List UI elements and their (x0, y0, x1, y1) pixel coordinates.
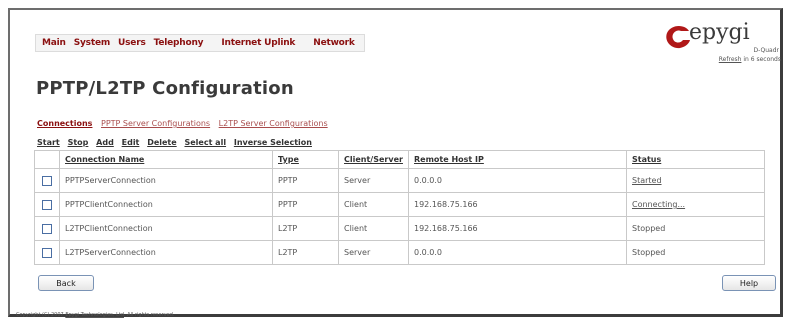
cell-client-server: Server (338, 168, 409, 193)
delete-button[interactable]: Delete (147, 138, 176, 147)
tab-pptp-server-configurations[interactable]: PPTP Server Configurations (101, 119, 210, 128)
cell-status: Started (626, 168, 765, 193)
cell-client-server: Server (338, 240, 409, 265)
header-select (34, 150, 60, 169)
footer-company-link[interactable]: Epygi Technologies, Ltd (65, 312, 124, 318)
help-button[interactable]: Help (722, 275, 776, 291)
cell-type: L2TP (272, 240, 339, 265)
header-status[interactable]: Status (626, 150, 765, 169)
refresh-suffix: in 6 seconds (741, 56, 781, 63)
cell-remote-host-ip: 0.0.0.0 (408, 240, 627, 265)
status-link[interactable]: Connecting... (632, 200, 685, 209)
menu-item-users[interactable]: Users (118, 38, 146, 48)
row-checkbox[interactable] (42, 223, 52, 234)
copyright-footer: Copyright (C) 2007 Epygi Technologies, L… (16, 312, 174, 318)
cell-status: Connecting... (626, 192, 765, 217)
logo-brand-text: epygi (689, 20, 750, 45)
epygi-logo: epygi D-Quadr (663, 20, 781, 57)
cell-type: PPTP (272, 192, 339, 217)
footer-suffix: . All rights reserved. (124, 312, 175, 318)
refresh-link[interactable]: Refresh (719, 56, 742, 63)
row-select-cell (34, 168, 60, 193)
cell-client-server: Client (338, 192, 409, 217)
cell-connection-name: L2TPServerConnection (59, 240, 273, 265)
cell-connection-name: PPTPServerConnection (59, 168, 273, 193)
logo-subtext: D-Quadr (753, 47, 779, 54)
header-client-server[interactable]: Client/Server (338, 150, 409, 169)
edit-button[interactable]: Edit (122, 138, 140, 147)
menu-item-network[interactable]: Network (313, 38, 355, 48)
connections-table: Connection Name Type Client/Server Remot… (34, 150, 765, 265)
cell-client-server: Client (338, 216, 409, 241)
cell-status: Stopped (626, 216, 765, 241)
page-title: PPTP/L2TP Configuration (36, 78, 294, 99)
table-header-row: Connection Name Type Client/Server Remot… (34, 150, 765, 169)
menu-item-internet-uplink[interactable]: Internet Uplink (221, 38, 295, 48)
start-button[interactable]: Start (37, 138, 60, 147)
header-connection-name[interactable]: Connection Name (59, 150, 273, 169)
menu-item-main[interactable]: Main (42, 38, 66, 48)
menu-item-system[interactable]: System (74, 38, 110, 48)
header-type[interactable]: Type (272, 150, 339, 169)
add-button[interactable]: Add (96, 138, 114, 147)
select-all-button[interactable]: Select all (184, 138, 226, 147)
stop-button[interactable]: Stop (68, 138, 89, 147)
tab-connections[interactable]: Connections (37, 119, 92, 128)
refresh-notice: Refresh in 6 seconds (719, 56, 781, 63)
footer-prefix: Copyright (C) 2007 (16, 312, 66, 318)
row-checkbox[interactable] (42, 175, 52, 186)
row-select-cell (34, 216, 60, 241)
back-button[interactable]: Back (38, 275, 94, 291)
tab-l2tp-server-configurations[interactable]: L2TP Server Configurations (219, 119, 328, 128)
cell-type: L2TP (272, 216, 339, 241)
row-checkbox[interactable] (42, 247, 52, 258)
cell-remote-host-ip: 0.0.0.0 (408, 168, 627, 193)
cell-remote-host-ip: 192.168.75.166 (408, 192, 627, 217)
cell-connection-name: PPTPClientConnection (59, 192, 273, 217)
table-row: PPTPServerConnection PPTP Server 0.0.0.0… (34, 168, 765, 193)
cell-remote-host-ip: 192.168.75.166 (408, 216, 627, 241)
cell-connection-name: L2TPClientConnection (59, 216, 273, 241)
table-row: PPTPClientConnection PPTP Client 192.168… (34, 192, 765, 217)
inverse-selection-button[interactable]: Inverse Selection (234, 138, 312, 147)
header-remote-host-ip[interactable]: Remote Host IP (408, 150, 627, 169)
table-row: L2TPClientConnection L2TP Client 192.168… (34, 216, 765, 241)
table-row: L2TPServerConnection L2TP Server 0.0.0.0… (34, 240, 765, 265)
cell-status: Stopped (626, 240, 765, 265)
subtab-bar: Connections PPTP Server Configurations L… (37, 119, 334, 128)
row-select-cell (34, 240, 60, 265)
menu-item-telephony[interactable]: Telephony (154, 38, 204, 48)
status-link[interactable]: Started (632, 176, 662, 185)
action-bar: Start Stop Add Edit Delete Select all In… (37, 138, 317, 147)
cell-type: PPTP (272, 168, 339, 193)
main-menu: Main System Users Telephony Internet Upl… (35, 34, 365, 52)
row-checkbox[interactable] (42, 199, 52, 210)
row-select-cell (34, 192, 60, 217)
